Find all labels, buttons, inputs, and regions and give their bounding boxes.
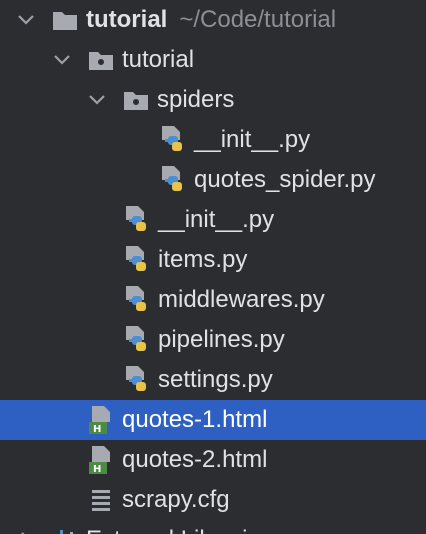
library-icon	[52, 525, 78, 534]
python-file-icon	[124, 325, 150, 355]
root-folder-path: ~/Code/tutorial	[179, 6, 337, 33]
chevron-down-icon[interactable]	[85, 88, 109, 112]
tree-row-file[interactable]: items.py	[0, 240, 426, 280]
file-name: quotes-1.html	[122, 406, 268, 433]
file-name: quotes_spider.py	[194, 166, 376, 193]
tree-row-file[interactable]: quotes_spider.py	[0, 160, 426, 200]
config-file-icon	[88, 485, 114, 515]
chevron-down-icon[interactable]	[14, 8, 38, 32]
chevron-right-icon[interactable]	[14, 528, 38, 534]
python-file-icon	[124, 205, 150, 235]
tree-row-external-libraries[interactable]: External Libraries	[0, 520, 426, 534]
tree-row-file[interactable]: H quotes-2.html	[0, 440, 426, 480]
package-name: spiders	[157, 86, 235, 113]
tree-row-file-selected[interactable]: H quotes-1.html	[0, 400, 426, 440]
package-folder-icon	[88, 45, 114, 75]
tree-row-file[interactable]: scrapy.cfg	[0, 480, 426, 520]
tree-row-package-tutorial[interactable]: tutorial	[0, 40, 426, 80]
folder-icon	[52, 5, 78, 35]
html-file-icon: H	[88, 445, 114, 475]
package-name: tutorial	[122, 46, 195, 73]
python-file-icon	[124, 245, 150, 275]
package-folder-icon	[123, 85, 149, 115]
python-file-icon	[124, 285, 150, 315]
tree-row-file[interactable]: settings.py	[0, 360, 426, 400]
tree-row-file[interactable]: __init__.py	[0, 200, 426, 240]
python-file-icon	[160, 125, 186, 155]
external-libraries-label: External Libraries	[86, 520, 273, 534]
root-folder-name: tutorial	[86, 6, 168, 33]
chevron-down-icon[interactable]	[50, 48, 74, 72]
tree-row-package-spiders[interactable]: spiders	[0, 80, 426, 120]
file-name: pipelines.py	[158, 326, 285, 353]
file-name: quotes-2.html	[122, 446, 268, 473]
python-file-icon	[124, 365, 150, 395]
file-name: middlewares.py	[158, 286, 325, 313]
file-name: settings.py	[158, 366, 273, 393]
file-name: __init__.py	[194, 126, 311, 153]
html-file-icon: H	[88, 405, 114, 435]
python-file-icon	[160, 165, 186, 195]
tree-row-file[interactable]: pipelines.py	[0, 320, 426, 360]
tree-row-file[interactable]: middlewares.py	[0, 280, 426, 320]
tree-row-file[interactable]: __init__.py	[0, 120, 426, 160]
project-tree: tutorial ~/Code/tutorial tutorial spider…	[0, 0, 426, 534]
file-name: __init__.py	[158, 206, 275, 233]
tree-row-root[interactable]: tutorial ~/Code/tutorial	[0, 0, 426, 40]
svg-text:H: H	[93, 464, 101, 475]
file-name: scrapy.cfg	[122, 486, 230, 513]
file-name: items.py	[158, 246, 248, 273]
svg-text:H: H	[93, 424, 101, 435]
